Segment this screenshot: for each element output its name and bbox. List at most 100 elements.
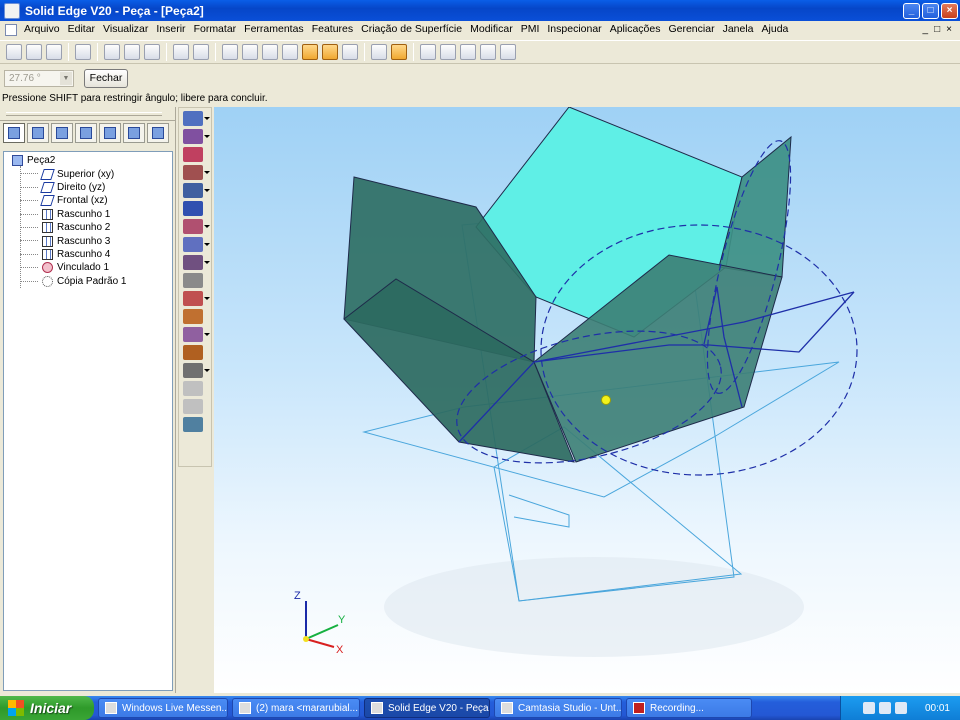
tab-pathfinder[interactable] <box>3 123 25 143</box>
task-mail[interactable]: (2) mara <mararubial... <box>232 698 360 718</box>
tree-item-label: Frontal (xz) <box>57 195 108 207</box>
angle-field[interactable]: 27.76 ° ▼ <box>4 70 74 87</box>
loft-icon[interactable] <box>183 309 203 324</box>
maximize-button[interactable]: □ <box>922 2 939 19</box>
menu-arquivo[interactable]: Arquivo <box>20 21 64 38</box>
menu-features[interactable]: Features <box>308 21 357 38</box>
render-sphere-icon[interactable] <box>342 44 358 60</box>
network-icon[interactable] <box>863 702 875 714</box>
start-button[interactable]: Iniciar <box>0 696 94 720</box>
volume-icon[interactable] <box>895 702 907 714</box>
tree-item-rascunho-3[interactable]: Rascunho 3 <box>12 234 127 247</box>
menu-modificar[interactable]: Modificar <box>466 21 517 38</box>
document-icon[interactable] <box>5 23 17 36</box>
protrusion-icon[interactable] <box>183 111 210 126</box>
open-icon[interactable] <box>26 44 42 60</box>
tree-item-copia-padrao-1[interactable]: Cópia Padrão 1 <box>12 275 127 288</box>
tab-family[interactable] <box>51 123 73 143</box>
graphics-window[interactable]: Z Y X <box>214 107 960 693</box>
menu-inspecionar[interactable]: Inspecionar <box>543 21 605 38</box>
chevron-down-icon[interactable]: ▼ <box>60 72 72 85</box>
shaded-icon[interactable] <box>302 44 318 60</box>
menu-ajuda[interactable]: Ajuda <box>758 21 793 38</box>
redo-icon[interactable] <box>193 44 209 60</box>
zoom-icon[interactable] <box>440 44 456 60</box>
undo-icon[interactable] <box>173 44 189 60</box>
menu-gerenciar[interactable]: Gerenciar <box>664 21 718 38</box>
pattern-tool-icon[interactable] <box>183 399 203 414</box>
mirror-icon[interactable] <box>183 381 203 396</box>
shaded-edges-icon[interactable] <box>322 44 338 60</box>
round-icon[interactable] <box>183 201 203 216</box>
tree-item-frontal[interactable]: Frontal (xz) <box>12 194 127 207</box>
pan-icon[interactable] <box>480 44 496 60</box>
close-button[interactable]: × <box>941 2 958 19</box>
web-network-icon[interactable] <box>183 363 210 378</box>
recording-icon <box>633 702 645 714</box>
task-solid-edge[interactable]: Solid Edge V20 - Peça... <box>364 698 490 718</box>
menu-formatar[interactable]: Formatar <box>190 21 241 38</box>
save-icon[interactable] <box>46 44 62 60</box>
cutout-icon[interactable] <box>183 147 203 162</box>
tree-item-direito[interactable]: Direito (yz) <box>12 181 127 194</box>
minimize-button[interactable]: _ <box>903 2 920 19</box>
view-front-icon[interactable] <box>222 44 238 60</box>
mdi-restore-button[interactable]: □ <box>934 24 940 35</box>
mdi-close-button[interactable]: × <box>946 24 952 35</box>
task-recording[interactable]: Recording... <box>626 698 752 718</box>
menu-aplicacoes[interactable]: Aplicações <box>606 21 665 38</box>
help-pointer-icon[interactable] <box>500 44 516 60</box>
tab-sensors[interactable] <box>99 123 121 143</box>
print-icon[interactable] <box>75 44 91 60</box>
fit-icon[interactable] <box>460 44 476 60</box>
tree-item-rascunho-2[interactable]: Rascunho 2 <box>12 221 127 234</box>
lip-icon[interactable] <box>183 345 203 360</box>
view-iso-icon[interactable] <box>242 44 258 60</box>
menu-janela[interactable]: Janela <box>719 21 758 38</box>
mdi-minimize-button[interactable]: _ <box>923 24 929 35</box>
rib-icon[interactable] <box>183 273 203 288</box>
model-view[interactable]: Z Y X <box>214 107 960 693</box>
tab-layers[interactable] <box>75 123 97 143</box>
task-messenger[interactable]: Windows Live Messen... <box>98 698 228 718</box>
tree-item-rascunho-1[interactable]: Rascunho 1 <box>12 208 127 221</box>
hole-icon[interactable] <box>183 183 210 198</box>
copy-icon[interactable] <box>124 44 140 60</box>
cut-icon[interactable] <box>104 44 120 60</box>
view-dimetric-icon[interactable] <box>262 44 278 60</box>
tree-item-label: Rascunho 3 <box>57 235 111 247</box>
revolved-cutout-icon[interactable] <box>183 165 210 180</box>
close-command-button[interactable]: Fechar <box>84 69 128 88</box>
user-feature-icon[interactable] <box>183 417 203 432</box>
revolve-icon[interactable] <box>183 129 210 144</box>
named-views-icon[interactable] <box>371 44 387 60</box>
new-icon[interactable] <box>6 44 22 60</box>
tree-item-rascunho-4[interactable]: Rascunho 4 <box>12 248 127 261</box>
clock[interactable]: 00:01 <box>925 703 960 714</box>
menu-pmi[interactable]: PMI <box>517 21 544 38</box>
messenger-tray-icon[interactable] <box>879 702 891 714</box>
paste-icon[interactable] <box>144 44 160 60</box>
pivot-point[interactable] <box>601 395 611 405</box>
helix-icon[interactable] <box>183 327 210 342</box>
camtasia-icon <box>501 702 513 714</box>
menu-criacao-superficie[interactable]: Criação de Superfície <box>357 21 466 38</box>
rotate-view-icon[interactable] <box>391 44 407 60</box>
menu-visualizar[interactable]: Visualizar <box>99 21 152 38</box>
menu-inserir[interactable]: Inserir <box>152 21 189 38</box>
view-trimetric-icon[interactable] <box>282 44 298 60</box>
menu-ferramentas[interactable]: Ferramentas <box>240 21 308 38</box>
tab-settings[interactable] <box>147 123 169 143</box>
draft-icon[interactable] <box>183 237 210 252</box>
task-camtasia[interactable]: Camtasia Studio - Unt... <box>494 698 622 718</box>
tree-root[interactable]: Peça2 <box>12 154 127 167</box>
tree-item-superior[interactable]: Superior (xy) <box>12 167 127 180</box>
chamfer-icon[interactable] <box>183 219 210 234</box>
tree-item-vinculado-1[interactable]: Vinculado 1 <box>12 261 127 274</box>
thin-wall-icon[interactable] <box>183 255 210 270</box>
tab-feature-library[interactable] <box>27 123 49 143</box>
menu-editar[interactable]: Editar <box>64 21 99 38</box>
sweep-icon[interactable] <box>183 291 210 306</box>
zoom-area-icon[interactable] <box>420 44 436 60</box>
tab-tools[interactable] <box>123 123 145 143</box>
